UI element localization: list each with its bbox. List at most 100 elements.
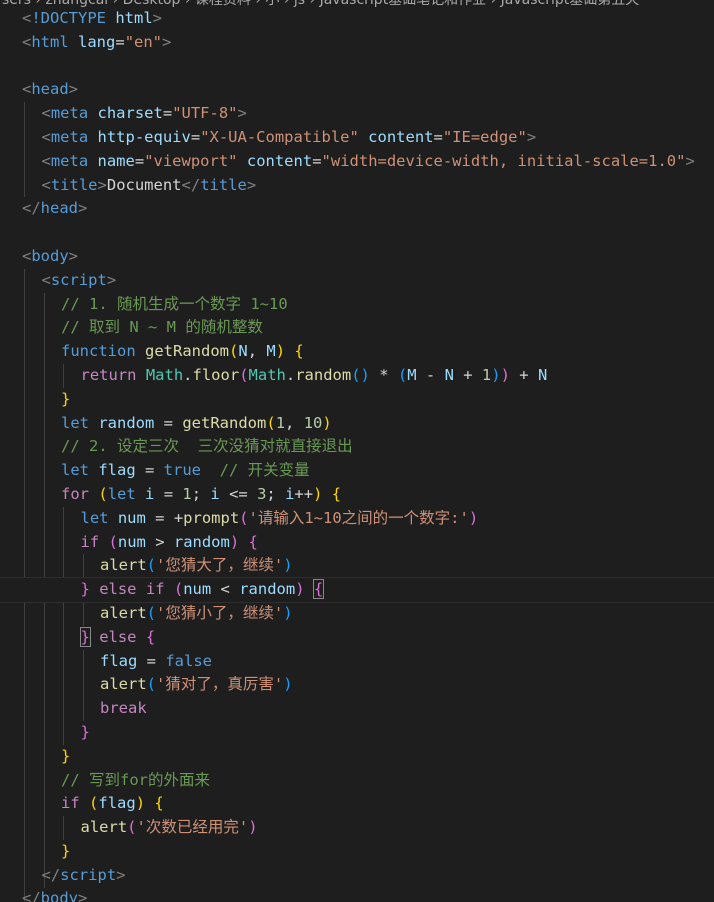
code-token: ) [295,580,305,599]
code-token: > [246,175,257,194]
code-line[interactable]: if (num > random) { [0,531,714,555]
code-line[interactable]: } [0,721,714,745]
code-editor[interactable]: sers › zhangcai › Desktop › 课程资料 › 小 › j… [0,0,714,902]
code-token: // 写到for的外面来 [61,770,210,789]
code-token: ) [229,532,240,551]
code-token: let [80,508,109,527]
code-token: } [61,841,71,860]
code-token: ) [322,413,332,432]
code-line[interactable]: <!DOCTYPE html> [0,7,714,31]
code-token: } [80,580,90,599]
code-token: '您猜小了，继续' [156,603,284,622]
code-token: + [509,365,538,384]
code-line[interactable]: <meta http-equiv="X-UA-Compatible" conte… [0,126,714,150]
code-line[interactable] [0,55,714,79]
code-line[interactable]: break [0,697,714,721]
code-line[interactable]: <html lang="en"> [0,31,714,55]
code-token: flag [98,794,136,813]
code-token: + [453,365,482,384]
code-token: flag [98,461,136,480]
code-token: ( [98,484,108,503]
code-token: } [61,746,71,765]
code-line[interactable]: function getRandom(N, M) { [0,340,714,364]
code-line[interactable]: } [0,840,714,864]
code-line[interactable]: <meta charset="UTF-8"> [0,102,714,126]
code-token: let [61,413,89,432]
code-token: ( [397,365,408,384]
code-line[interactable]: // 写到for的外面来 [0,769,714,793]
code-token: } [80,722,90,741]
code-token: 1 [481,365,492,384]
code-line[interactable]: <script> [0,269,714,293]
code-token: false [165,651,212,670]
code-line[interactable]: if (flag) { [0,792,714,816]
code-token: > [152,9,163,27]
code-token: { [145,627,156,646]
code-token: Math [248,365,286,384]
code-token: ( [89,794,99,813]
code-line[interactable]: alert('您猜大了，继续') [0,554,714,578]
code-token: for [61,484,89,503]
code-token: if [80,532,100,551]
code-line[interactable]: return Math.floor(Math.random() * (M - N… [0,364,714,388]
code-line[interactable]: } else { [0,626,714,650]
code-line[interactable]: <title>Document</title> [0,174,714,198]
code-line[interactable]: // 取到 N ~ M 的随机整数 [0,316,714,340]
code-line[interactable]: } else if (num < random) { [0,577,714,603]
code-token: num [117,508,146,527]
code-line[interactable]: let random = getRandom(1, 10) [0,412,714,436]
code-line[interactable]: // 2. 设定三次 三次没猜对就直接退出 [0,435,714,459]
code-line[interactable]: <meta name="viewport" content="width=dev… [0,150,714,174]
code-line[interactable]: alert('您猜小了，继续') [0,602,714,626]
code-line[interactable]: </script> [0,864,714,888]
code-token: "en" [124,32,163,51]
code-line[interactable]: let flag = true // 开关变量 [0,459,714,483]
code-line[interactable]: // 1. 随机生成一个数字 1~10 [0,293,714,317]
code-token: < [41,151,51,170]
code-line[interactable]: <body> [0,245,714,269]
code-token: alert [100,556,147,575]
code-line[interactable]: alert('猜对了，真厉害') [0,673,714,697]
code-line[interactable]: </head> [0,197,714,221]
code-token: ( [239,508,249,527]
code-line[interactable]: let num = +prompt('请输入1~10之间的一个数字:') [0,507,714,531]
code-line[interactable]: } [0,388,714,412]
code-token: <= [219,484,258,503]
code-token: // 1. 随机生成一个数字 1~10 [61,294,288,313]
code-token: < [211,580,240,599]
code-token: i [210,484,220,503]
code-line[interactable]: <head> [0,78,714,102]
code-line[interactable]: for (let i = 1; i <= 3; i++) { [0,483,714,507]
code-token: Document [106,175,182,194]
code-token: </ [41,865,61,884]
code-token: = [154,413,183,432]
code-token: charset [97,104,163,123]
code-token: ( [127,818,137,837]
code-token: '次数已经用完' [136,818,249,837]
code-token: content [246,151,313,170]
code-line[interactable]: flag = false [0,650,714,674]
code-token: < [22,32,32,51]
code-token: = [433,127,443,146]
code-token: - [416,365,445,384]
code-token: </ [181,175,201,194]
code-token: ) [500,365,510,384]
code-token: // 取到 N ~ M 的随机整数 [61,318,263,337]
code-token: alert [80,818,128,837]
code-line[interactable]: alert('次数已经用完') [0,816,714,840]
code-line[interactable] [0,221,714,245]
code-line[interactable]: </body> [0,887,714,902]
code-token: // 2. 设定三次 三次没猜对就直接退出 [61,437,353,456]
code-line[interactable]: } [0,745,714,769]
code-token: ; [266,484,286,503]
code-area[interactable]: <!DOCTYPE html> <html lang="en"> <head> <me… [0,7,714,902]
code-token: ( [108,532,118,551]
code-token: return [80,365,137,384]
